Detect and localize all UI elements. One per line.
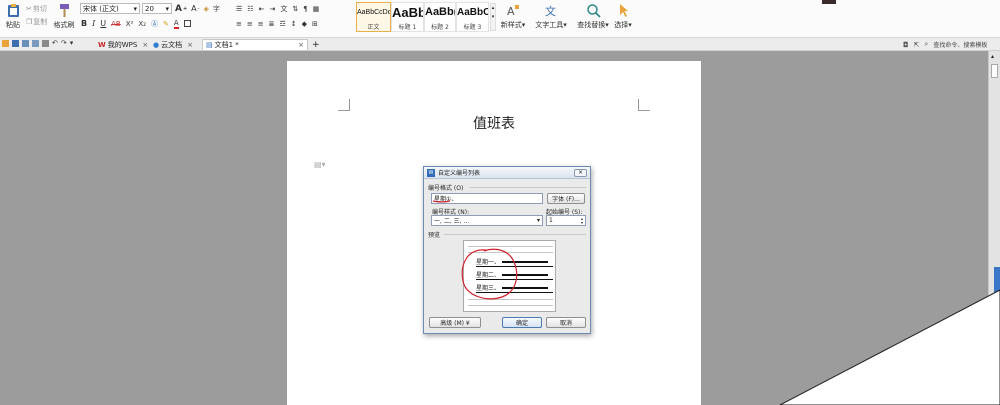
white-wedge	[779, 289, 1000, 405]
white-overlay-shape	[779, 289, 1000, 405]
